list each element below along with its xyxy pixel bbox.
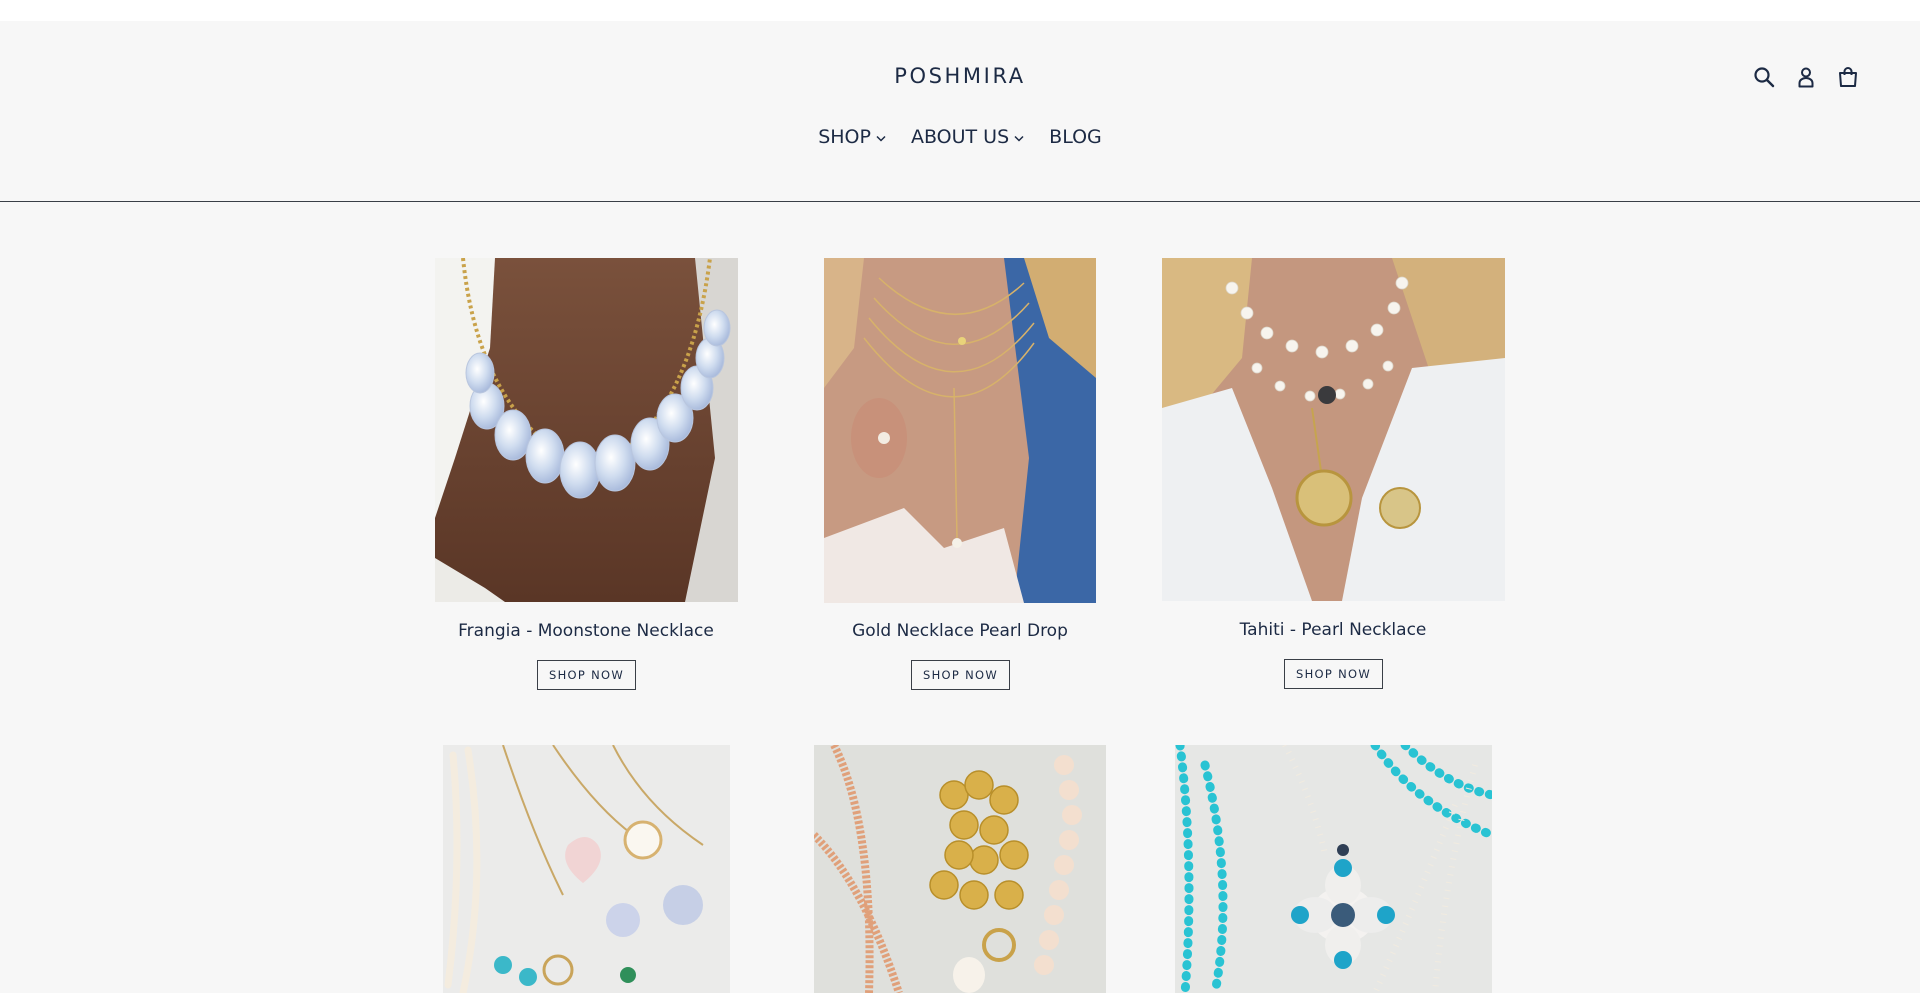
product-image-moonstone-necklace[interactable] <box>435 258 738 602</box>
chevron-down-icon <box>1014 135 1024 142</box>
product-image-pearl-charms[interactable] <box>443 745 730 993</box>
account-icon[interactable] <box>1795 65 1817 89</box>
product-title[interactable]: Tahiti - Pearl Necklace <box>1183 620 1483 640</box>
shop-now-button[interactable]: SHOP NOW <box>537 660 636 690</box>
chevron-down-icon <box>876 135 886 142</box>
shop-now-button[interactable]: SHOP NOW <box>1284 659 1383 689</box>
nav-item-about-us[interactable]: ABOUT US <box>911 126 1024 148</box>
nav-item-blog[interactable]: BLOG <box>1049 126 1102 148</box>
product-title[interactable]: Gold Necklace Pearl Drop <box>810 621 1110 641</box>
nav-item-label: SHOP <box>818 126 871 148</box>
search-icon[interactable] <box>1753 65 1775 89</box>
product-image-gold-necklace-pearl-drop[interactable] <box>824 258 1096 603</box>
nav-item-shop[interactable]: SHOP <box>818 126 886 148</box>
product-title[interactable]: Frangia - Moonstone Necklace <box>436 621 736 641</box>
cart-icon[interactable] <box>1837 65 1859 89</box>
main-nav: SHOP ABOUT US BLOG <box>0 126 1920 148</box>
nav-item-label: BLOG <box>1049 126 1102 148</box>
site-header: POSHMIRA SHOP ABOUT US BLOG <box>0 21 1920 202</box>
shop-now-button[interactable]: SHOP NOW <box>911 660 1010 690</box>
product-image-colorful-beads[interactable] <box>814 745 1106 993</box>
nav-item-label: ABOUT US <box>910 126 1010 148</box>
product-image-tahiti-pearl-necklace[interactable] <box>1162 258 1505 601</box>
site-logo[interactable]: POSHMIRA <box>0 64 1920 88</box>
header-icons <box>1753 65 1859 89</box>
product-image-turquoise-necklaces[interactable] <box>1175 745 1492 993</box>
top-strip <box>0 0 1920 21</box>
